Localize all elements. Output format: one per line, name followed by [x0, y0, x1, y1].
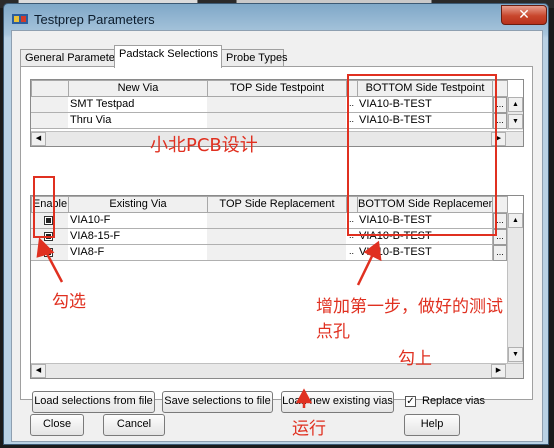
top-replacement-cell[interactable]	[207, 213, 347, 229]
help-button[interactable]: Help	[404, 414, 460, 436]
title-bar[interactable]: Testprep Parameters ✕	[4, 4, 548, 32]
existing-via-cell[interactable]: VIA10-F	[68, 213, 208, 229]
scroll-down-icon[interactable]: ▼	[508, 114, 523, 129]
column-header-spacer	[492, 80, 508, 97]
scroll-left-icon[interactable]: ◀	[31, 132, 46, 146]
column-header-spacer	[492, 196, 508, 213]
browse-button[interactable]: ...	[493, 113, 507, 129]
row-header-corner	[31, 80, 69, 97]
horizontal-scrollbar[interactable]: ◀ ▶	[31, 131, 523, 146]
annotation-step-line1: 增加第一步，做好的测试	[316, 297, 503, 317]
new-via-cell[interactable]: Thru Via	[68, 113, 208, 129]
window-title: Testprep Parameters	[34, 12, 155, 27]
enable-checkbox[interactable]	[44, 232, 53, 241]
bottom-testpoint-cell[interactable]: VIA10-B-TEST	[357, 97, 493, 113]
new-via-cell[interactable]: SMT Testpad	[68, 97, 208, 113]
column-header-top-replacement[interactable]: TOP Side Replacement	[207, 196, 347, 213]
existing-via-cell[interactable]: VIA8-15-F	[68, 229, 208, 245]
browse-button[interactable]: ...	[493, 213, 507, 229]
browse-button[interactable]: ...	[493, 97, 507, 113]
top-replacement-cell[interactable]	[207, 245, 347, 261]
horizontal-scrollbar[interactable]: ◀ ▶	[31, 363, 523, 378]
scroll-left-icon[interactable]: ◀	[31, 364, 46, 378]
existing-via-cell[interactable]: VIA8-F	[68, 245, 208, 261]
scroll-up-icon[interactable]: ▲	[508, 213, 523, 228]
top-testpoint-cell[interactable]	[207, 113, 347, 129]
column-header-new-via[interactable]: New Via	[68, 80, 208, 97]
tab-probe-types[interactable]: Probe Types	[221, 49, 288, 67]
scroll-right-icon[interactable]: ▶	[491, 364, 506, 378]
enable-checkbox[interactable]	[44, 216, 53, 225]
row-header	[31, 113, 69, 129]
row-header	[31, 97, 69, 113]
annotation-step-line2: 点孔	[316, 322, 350, 342]
bottom-replacement-cell[interactable]: VIA10-B-TEST	[357, 229, 493, 245]
column-header-top-testpoint[interactable]: TOP Side Testpoint	[207, 80, 347, 97]
top-replacement-cell[interactable]	[207, 229, 347, 245]
bottom-replacement-cell[interactable]: VIA10-B-TEST	[357, 213, 493, 229]
column-header-bottom-testpoint[interactable]: BOTTOM Side Testpoint	[357, 80, 493, 97]
column-header-enable[interactable]: Enable	[31, 196, 69, 213]
enable-checkbox[interactable]	[44, 248, 53, 257]
vertical-scrollbar[interactable]: ▲ ▼	[507, 213, 523, 363]
load-new-existing-vias-button[interactable]: Load new existing vias	[281, 391, 394, 413]
dialog-client-area: General Parameters Padstack Selections P…	[11, 30, 543, 442]
enable-cell[interactable]	[31, 213, 69, 229]
browse-button[interactable]: ...	[493, 245, 507, 261]
padstack-selections-panel: New Via TOP Side Testpoint BOTTOM Side T…	[20, 66, 533, 413]
tab-padstack-selections[interactable]: Padstack Selections	[114, 45, 222, 68]
replace-vias-label: Replace vias	[422, 395, 485, 407]
new-via-grid: New Via TOP Side Testpoint BOTTOM Side T…	[30, 79, 524, 147]
annotation-tick-label: 勾上	[398, 349, 432, 369]
existing-via-grid: Enable Existing Via TOP Side Replacement…	[30, 195, 524, 379]
column-header-existing-via[interactable]: Existing Via	[68, 196, 208, 213]
scroll-right-icon[interactable]: ▶	[491, 132, 506, 146]
replace-vias-checkbox[interactable]: ✓ Replace vias	[405, 395, 495, 409]
save-selections-to-file-button[interactable]: Save selections to file	[162, 391, 273, 413]
close-button[interactable]: Close	[30, 414, 84, 436]
close-icon: ✕	[518, 6, 530, 22]
app-icon	[12, 14, 28, 24]
cancel-button[interactable]: Cancel	[103, 414, 165, 436]
testprep-parameters-dialog: Testprep Parameters ✕ General Parameters…	[3, 3, 549, 445]
annotation-watermark: 小北PCB设计	[150, 135, 258, 156]
browse-button[interactable]: ...	[493, 229, 507, 245]
bottom-replacement-cell[interactable]: VIA10-B-TEST	[357, 245, 493, 261]
enable-cell[interactable]	[31, 245, 69, 261]
enable-cell[interactable]	[31, 229, 69, 245]
annotation-check-label: 勾选	[52, 292, 86, 312]
scroll-up-icon[interactable]: ▲	[508, 97, 523, 112]
scroll-down-icon[interactable]: ▼	[508, 347, 523, 362]
bottom-testpoint-cell[interactable]: VIA10-B-TEST	[357, 113, 493, 129]
load-selections-from-file-button[interactable]: Load selections from file	[32, 391, 155, 413]
top-testpoint-cell[interactable]	[207, 97, 347, 113]
tab-general-parameters[interactable]: General Parameters	[20, 49, 124, 67]
vertical-scrollbar[interactable]: ▲ ▼	[507, 97, 523, 130]
column-header-bottom-replacement[interactable]: BOTTOM Side Replacement	[357, 196, 493, 213]
checkmark-icon[interactable]: ✓	[405, 396, 416, 407]
window-close-button[interactable]: ✕	[501, 5, 547, 25]
annotation-run-label: 运行	[292, 419, 326, 439]
